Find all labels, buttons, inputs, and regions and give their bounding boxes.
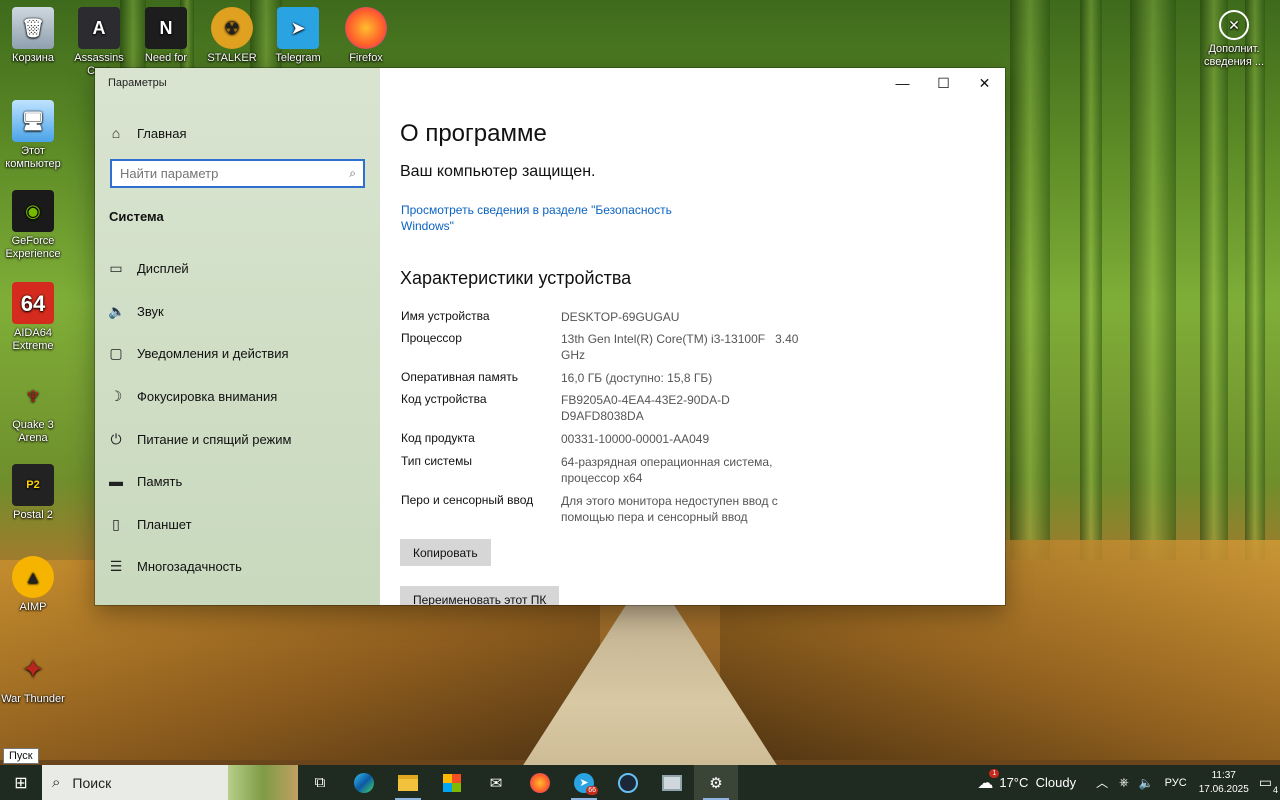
windows-logo-icon: ⊞ [14, 774, 28, 792]
speaker-icon[interactable]: 🔈 [1139, 776, 1154, 790]
notification-icon: ▭ [1258, 774, 1272, 790]
search-icon: ⌕ [349, 166, 356, 180]
taskbar: ⊞ ⌕ Поиск ⧉ ✉ ➤ 66 ⚙ ☁ 1 17°C Cloudy ︿ ⎈… [0, 765, 1280, 800]
task-view-icon[interactable]: ⧉ [298, 765, 342, 800]
sidebar-item-multitasking[interactable]: ☰ Многозадачность [95, 549, 380, 583]
sidebar-item-power[interactable]: ⏻ Питание и спящий режим [95, 422, 380, 456]
assassins-creed-icon: A [78, 7, 120, 49]
sidebar-section-title: Система [109, 209, 164, 224]
firefox-icon [345, 7, 387, 49]
desktop-icon-geforce[interactable]: ◉ GeForce Experience [0, 190, 69, 261]
desktop-icon-stalker[interactable]: ☢ STALKER [196, 7, 268, 65]
desktop-icon-info[interactable]: ✕ Дополнит. сведения ... [1196, 10, 1272, 69]
mail-icon[interactable]: ✉ [474, 765, 518, 800]
system-tray: ☁ 1 17°C Cloudy ︿ ⎈ 🔈 РУС 11:37 17.06.20… [977, 765, 1280, 800]
sidebar-item-home[interactable]: ⌂ Главная [95, 116, 380, 150]
window-title: Параметры [108, 77, 167, 89]
war-thunder-icon: ✦ [22, 653, 44, 684]
desktop-icon-postal2[interactable]: P2 Postal 2 [0, 464, 69, 522]
sound-icon: 🔈 [108, 302, 126, 319]
notifications-icon: ▢ [109, 344, 123, 361]
sidebar-item-storage[interactable]: ▬ Память [95, 464, 380, 498]
sidebar-item-display[interactable]: ▭ Дисплей [95, 251, 380, 285]
weather-widget[interactable]: ☁ 1 17°C Cloudy [977, 768, 1076, 793]
settings-content: О программе Ваш компьютер защищен. Просм… [400, 68, 1000, 605]
need-for-speed-icon: N [145, 7, 187, 49]
this-pc-icon: 🖥 [12, 100, 54, 142]
security-link[interactable]: Просмотреть сведения в разделе "Безопасн… [401, 202, 701, 234]
sidebar-item-focus[interactable]: ☽ Фокусировка внимания [95, 379, 380, 413]
geforce-icon: ◉ [12, 190, 54, 232]
telegram-taskbar-icon[interactable]: ➤ 66 [562, 765, 606, 800]
language-indicator[interactable]: РУС [1165, 777, 1187, 789]
telegram-icon: ➤ [277, 7, 319, 49]
photos-icon[interactable] [650, 765, 694, 800]
recycle-bin-icon: 🗑 [12, 7, 54, 49]
search-input[interactable] [120, 166, 340, 181]
search-icon: ⌕ [52, 774, 61, 791]
tablet-icon: ▯ [112, 515, 120, 532]
desktop-icon-quake3[interactable]: ♆ Quake 3 Arena [0, 374, 69, 445]
home-icon: ⌂ [111, 125, 121, 141]
notification-count: 4 [1272, 785, 1278, 795]
stalker-icon: ☢ [211, 7, 253, 49]
desktop-icon-this-pc[interactable]: 🖥 Этот компьютер [0, 100, 69, 171]
file-explorer-icon[interactable] [386, 765, 430, 800]
weather-badge: 1 [989, 768, 1000, 778]
desktop-icon-need-for-speed[interactable]: N Need for [130, 7, 202, 65]
power-icon: ⏻ [110, 430, 122, 447]
steam-icon[interactable] [606, 765, 650, 800]
specs-title: Характеристики устройства [400, 268, 632, 288]
display-icon: ▭ [109, 259, 123, 276]
store-icon[interactable] [430, 765, 474, 800]
edge-icon[interactable] [342, 765, 386, 800]
clock[interactable]: 11:37 17.06.2025 [1199, 769, 1249, 797]
storage-icon: ▬ [109, 473, 123, 489]
sidebar-item-notifications[interactable]: ▢ Уведомления и действия [95, 336, 380, 370]
rename-pc-button[interactable]: Переименовать этот ПК [400, 586, 560, 605]
postal2-icon: P2 [12, 464, 54, 506]
desktop-icon-aida64[interactable]: 64 AIDA64 Extreme [0, 282, 69, 353]
desktop-icon-telegram[interactable]: ➤ Telegram [262, 7, 334, 65]
aimp-icon: ▲ [12, 556, 54, 598]
aida64-icon: 64 [12, 282, 54, 324]
telegram-badge: 66 [586, 786, 598, 795]
settings-sidebar: Параметры ⌂ Главная ⌕ Система ▭ Дисплей … [95, 68, 380, 605]
notification-center-button[interactable]: ▭ 4 [1258, 774, 1278, 795]
start-button[interactable]: ⊞ [0, 765, 42, 800]
taskbar-search[interactable]: ⌕ Поиск [42, 765, 298, 800]
protection-status: Ваш компьютер защищен. [400, 163, 596, 180]
network-icon[interactable]: ⎈ [1119, 775, 1129, 790]
search-highlight-image [228, 765, 298, 800]
multitasking-icon: ☰ [109, 557, 123, 574]
info-icon: ✕ [1219, 10, 1249, 40]
settings-window: Параметры ⌂ Главная ⌕ Система ▭ Дисплей … [95, 68, 1005, 605]
show-hidden-icons[interactable]: ︿ [1096, 774, 1108, 791]
focus-icon: ☽ [109, 387, 123, 404]
start-tooltip: Пуск [3, 748, 39, 764]
settings-taskbar-icon[interactable]: ⚙ [694, 765, 738, 800]
page-title: О программе [400, 120, 547, 147]
search-field[interactable]: ⌕ [110, 159, 365, 188]
desktop-icon-aimp[interactable]: ▲ AIMP [0, 556, 69, 614]
desktop-icon-firefox[interactable]: Firefox [330, 7, 402, 65]
copy-button[interactable]: Копировать [400, 539, 491, 566]
sidebar-item-tablet[interactable]: ▯ Планшет [95, 507, 380, 541]
quake3-icon: ♆ [23, 379, 43, 410]
desktop-icon-war-thunder[interactable]: ✦ War Thunder [0, 648, 69, 706]
desktop-icon-recycle-bin[interactable]: 🗑 Корзина [0, 7, 69, 65]
firefox-taskbar-icon[interactable] [518, 765, 562, 800]
sidebar-item-sound[interactable]: 🔈 Звук [95, 294, 380, 328]
